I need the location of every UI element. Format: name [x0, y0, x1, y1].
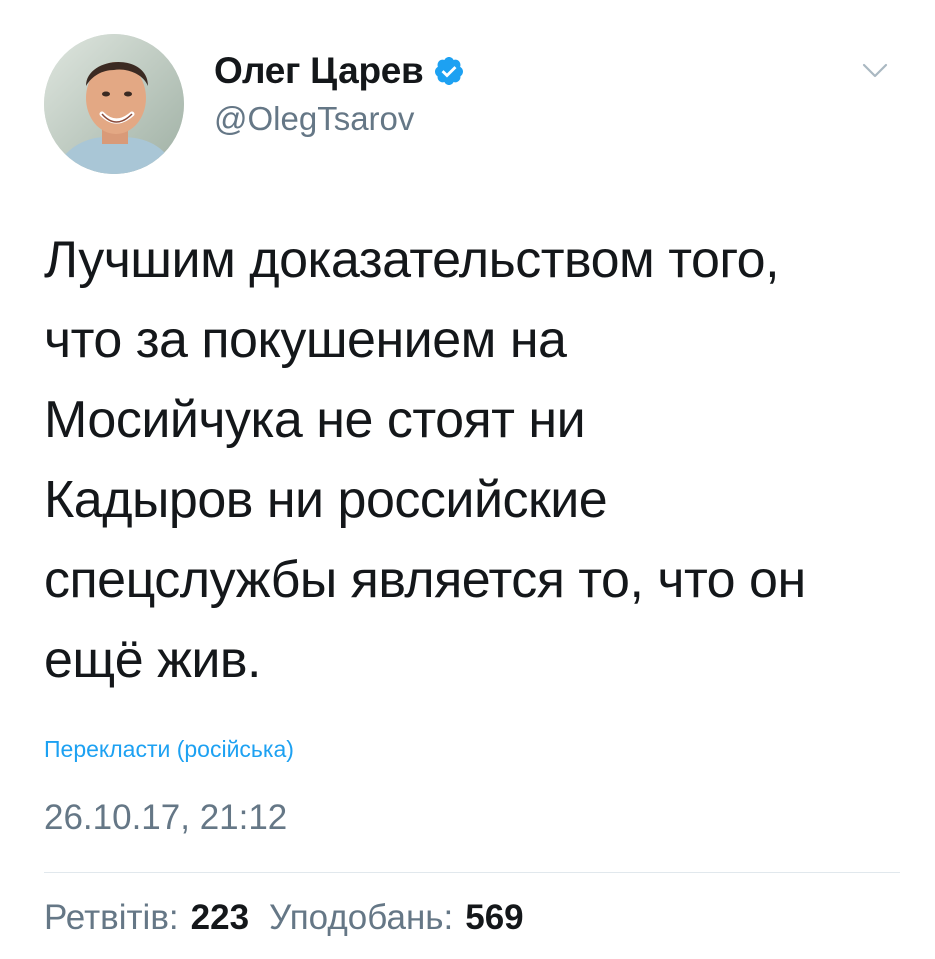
tweet-text-line: спецслужбы является то, что он: [44, 551, 806, 609]
tweet-text-line: ещё жив.: [44, 631, 261, 689]
divider: [44, 872, 900, 873]
tweet-text-line: что за покушением на: [44, 311, 567, 369]
tweet-text-line: Лучшим доказательством того,: [44, 231, 780, 289]
verified-badge-icon: [435, 57, 464, 85]
author-display-name[interactable]: Олег Царев: [214, 50, 424, 92]
tweet-text-line: Мосийчука не стоят ни: [44, 391, 586, 449]
avatar-photo: [44, 34, 184, 174]
avatar[interactable]: [44, 34, 184, 174]
likes-count[interactable]: 569: [465, 898, 523, 938]
tweet-text-line: Кадыров ни российские: [44, 471, 608, 529]
translate-link[interactable]: Перекласти (російська): [44, 736, 294, 763]
tweet-text: Лучшим доказательством того, что за поку…: [44, 220, 904, 700]
author-handle[interactable]: @OlegTsarov: [214, 100, 414, 138]
likes-label[interactable]: Уподобань:: [269, 898, 453, 938]
retweets-label[interactable]: Ретвітів:: [44, 898, 179, 938]
tweet-timestamp[interactable]: 26.10.17, 21:12: [44, 798, 287, 838]
author-name-row: Олег Царев: [214, 46, 465, 96]
tweet-stats: Ретвітів: 223 Уподобань: 569: [44, 898, 524, 938]
tweet-card: Олег Царев @OlegTsarov Лучшим доказатель…: [0, 0, 935, 959]
chevron-down-icon[interactable]: [862, 62, 888, 80]
retweets-count[interactable]: 223: [191, 898, 249, 938]
